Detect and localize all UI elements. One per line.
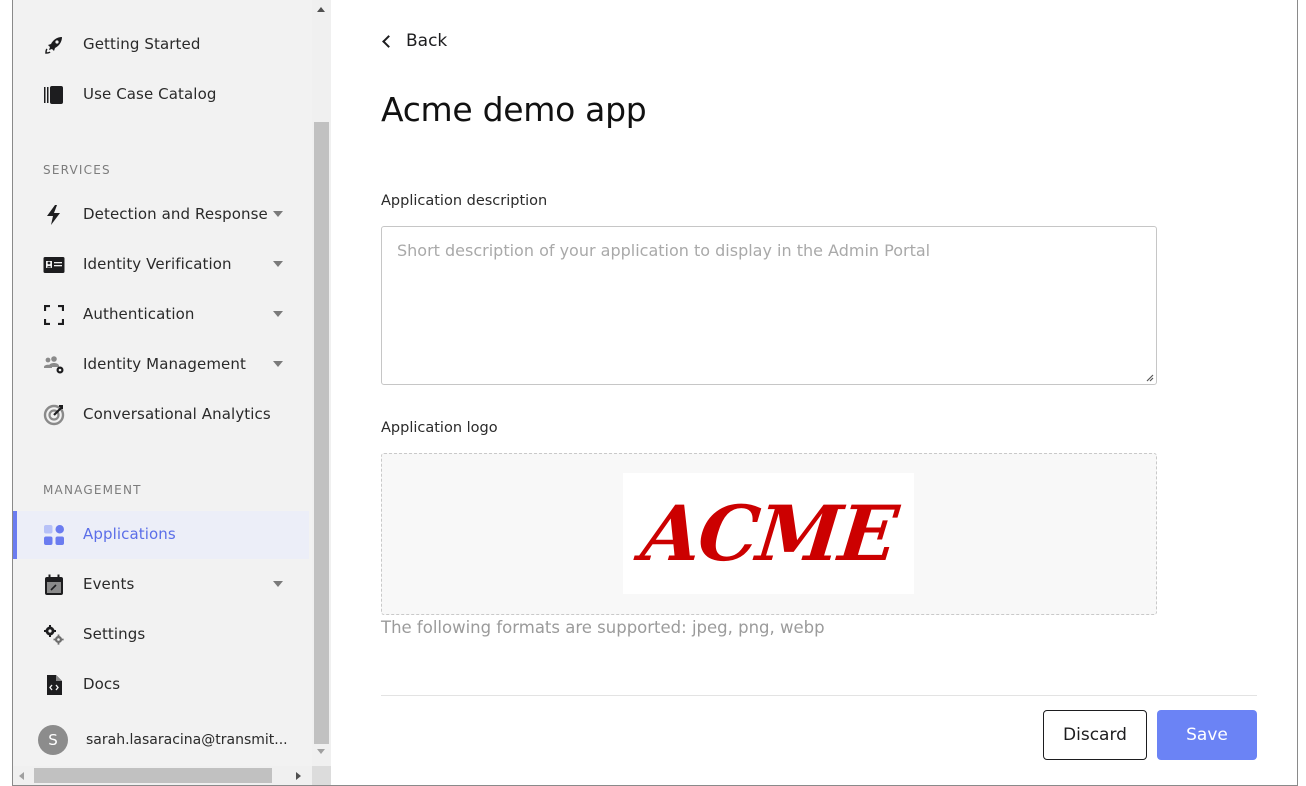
back-link[interactable]: Back <box>381 31 447 51</box>
sidebar-item-detection-and-response[interactable]: Detection and Response <box>13 191 309 239</box>
sidebar-item-label: Events <box>83 575 135 593</box>
scroll-down-arrow-icon[interactable] <box>317 749 325 754</box>
resize-handle-icon[interactable] <box>1144 372 1154 382</box>
section-heading-management: MANAGEMENT <box>43 483 142 497</box>
code-file-icon <box>43 674 65 696</box>
description-label: Application description <box>381 193 548 209</box>
sidebar-item-label: Settings <box>83 625 146 643</box>
sidebar-item-events[interactable]: Events <box>13 561 309 609</box>
chevron-down-icon[interactable] <box>273 211 283 217</box>
sidebar-item-identity-management[interactable]: Identity Management <box>13 341 309 389</box>
target-icon <box>43 404 65 426</box>
gears-icon <box>43 624 65 646</box>
user-email: sarah.lasaracina@transmit... <box>86 732 288 748</box>
chevron-down-icon[interactable] <box>273 261 283 267</box>
chevron-down-icon[interactable] <box>273 581 283 587</box>
scroll-up-arrow-icon[interactable] <box>317 7 325 12</box>
rocket-icon <box>43 34 65 56</box>
uploaded-logo-image: ACME <box>623 473 914 594</box>
scroll-right-arrow-icon[interactable] <box>296 772 301 780</box>
sidebar-item-label: Authentication <box>83 305 195 323</box>
id-card-icon <box>43 254 65 276</box>
calendar-icon <box>43 574 65 596</box>
sidebar-item-label: Applications <box>83 525 176 543</box>
sidebar-item-label: Conversational Analytics <box>83 405 271 423</box>
sidebar-item-label: Use Case Catalog <box>83 85 217 103</box>
sidebar-item-label: Identity Verification <box>83 255 232 273</box>
sidebar-horizontal-scrollbar[interactable] <box>13 766 312 785</box>
sidebar-item-label: Detection and Response <box>83 205 268 223</box>
user-account[interactable]: S sarah.lasaracina@transmit... <box>38 723 308 757</box>
sidebar-item-label: Getting Started <box>83 35 201 53</box>
scrollbar-corner <box>312 766 331 785</box>
sidebar-item-identity-verification[interactable]: Identity Verification <box>13 241 309 289</box>
grid-apps-icon <box>43 524 65 546</box>
description-field[interactable] <box>381 226 1157 385</box>
page-title: Acme demo app <box>381 90 647 129</box>
scrollbar-thumb[interactable] <box>314 122 329 744</box>
chevron-down-icon[interactable] <box>273 311 283 317</box>
sidebar-item-settings[interactable]: Settings <box>13 611 309 659</box>
sidebar-item-docs[interactable]: Docs <box>13 661 309 709</box>
sidebar-item-conversational-analytics[interactable]: Conversational Analytics <box>13 391 309 439</box>
scan-frame-icon <box>43 304 65 326</box>
sidebar-item-label: Identity Management <box>83 355 246 373</box>
scroll-left-arrow-icon[interactable] <box>19 772 24 780</box>
sidebar: Getting Started Use Case Catalog SERVICE… <box>13 0 331 785</box>
lightning-icon <box>43 204 65 226</box>
app-window: Getting Started Use Case Catalog SERVICE… <box>12 0 1298 786</box>
main-content: Back Acme demo app Application descripti… <box>331 0 1297 785</box>
sidebar-vertical-scrollbar[interactable] <box>312 0 331 766</box>
formats-hint: The following formats are supported: jpe… <box>381 618 825 637</box>
discard-button[interactable]: Discard <box>1043 710 1147 760</box>
chevron-left-icon <box>382 34 395 48</box>
logo-label: Application logo <box>381 420 498 436</box>
save-button[interactable]: Save <box>1157 710 1257 760</box>
scrollbar-thumb[interactable] <box>34 768 272 783</box>
divider <box>381 695 1257 696</box>
avatar: S <box>38 725 68 755</box>
logo-upload-dropzone[interactable]: ACME <box>381 453 1157 615</box>
catalog-icon <box>43 84 65 106</box>
logo-wordmark: ACME <box>637 489 900 578</box>
sidebar-item-use-case-catalog[interactable]: Use Case Catalog <box>13 71 309 119</box>
sidebar-item-authentication[interactable]: Authentication <box>13 291 309 339</box>
back-label: Back <box>406 31 448 51</box>
sidebar-item-applications[interactable]: Applications <box>13 511 309 559</box>
chevron-down-icon[interactable] <box>273 361 283 367</box>
sidebar-item-label: Docs <box>83 675 121 693</box>
section-heading-services: SERVICES <box>43 163 111 177</box>
sidebar-item-getting-started[interactable]: Getting Started <box>13 21 309 69</box>
users-gear-icon <box>43 354 65 376</box>
